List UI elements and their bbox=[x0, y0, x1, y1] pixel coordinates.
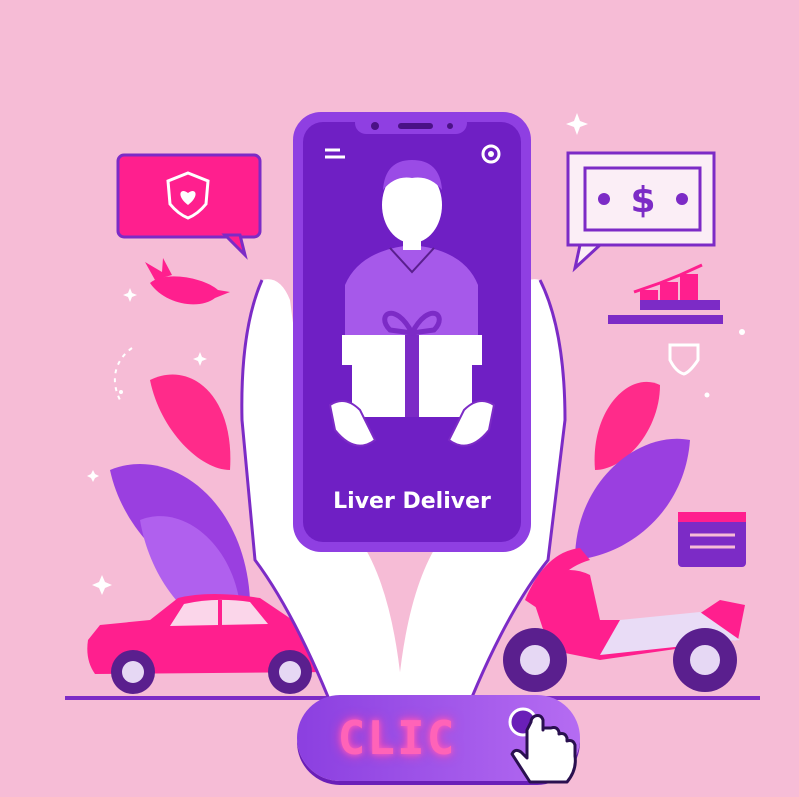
dollar-icon: $ bbox=[630, 180, 655, 221]
money-bubble: $ bbox=[566, 151, 716, 273]
bird-icon bbox=[145, 258, 230, 305]
delivery-illustration: $ Liver Deliver bbox=[65, 112, 760, 741]
leaves-right bbox=[575, 381, 690, 560]
heart-bubble bbox=[116, 153, 262, 260]
clic-button-label: CLIC bbox=[337, 711, 457, 765]
growth-chart-icon bbox=[608, 263, 723, 324]
pointer-hand-icon bbox=[508, 707, 577, 784]
shield-icon bbox=[668, 343, 700, 376]
phone: Liver Deliver bbox=[293, 112, 531, 552]
app-title: Liver Deliver bbox=[333, 489, 491, 514]
dashed-path bbox=[113, 347, 133, 401]
